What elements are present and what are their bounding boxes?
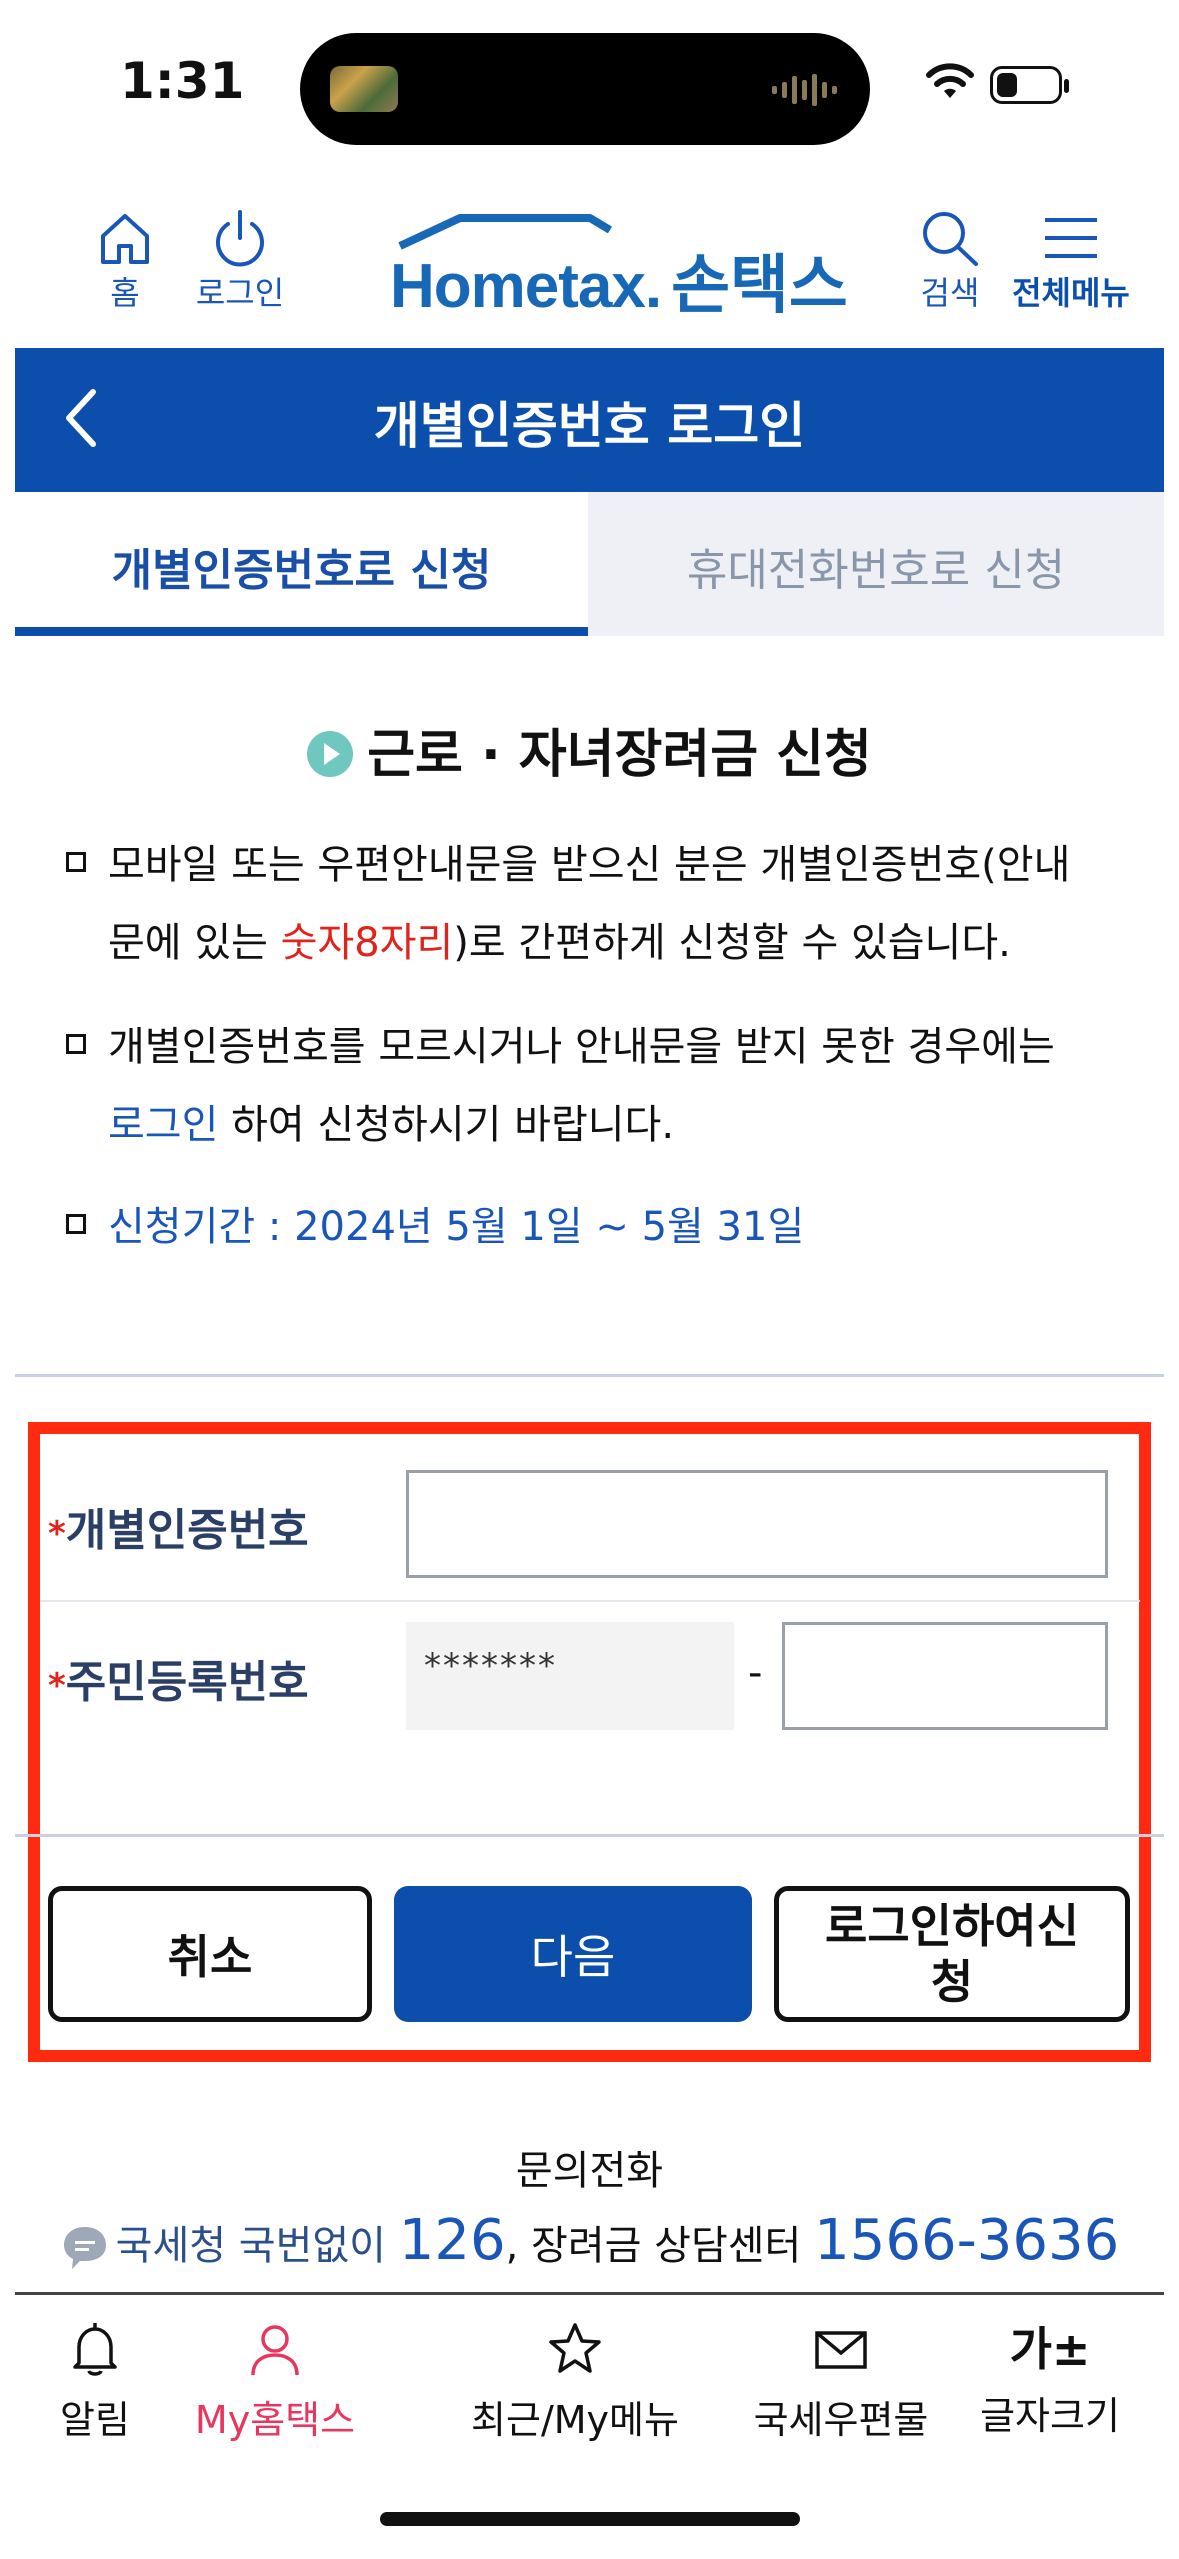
center-text: , 장려금 상담센터	[505, 2223, 815, 2269]
login-apply-button[interactable]: 로그인하여신 청	[774, 1886, 1130, 2022]
form-divider	[15, 1834, 1164, 1837]
roof-icon	[398, 214, 613, 250]
home-icon	[101, 214, 149, 264]
play-circle-icon	[307, 731, 354, 777]
bullet-icon	[66, 1034, 86, 1054]
wifi-icon	[926, 63, 974, 98]
page-title-bar: 개별인증번호 로그인	[15, 348, 1164, 492]
rrn-label-text: 주민등록번호	[65, 1657, 309, 1708]
nts-phone[interactable]: 126	[399, 2208, 506, 2273]
home-button[interactable]: 홈	[90, 208, 160, 314]
bullet-icon	[66, 852, 86, 872]
center-phone[interactable]: 1566-3636	[814, 2208, 1119, 2273]
rrn-back-input[interactable]	[782, 1622, 1108, 1730]
required-mark: *	[48, 1666, 66, 1706]
section-title: 근로 · 자녀장려금 신청	[0, 712, 1179, 787]
info-bullet-2-line1: 개별인증번호를 모르시거나 안내문을 받지 못한 경우에는	[108, 1024, 1055, 1070]
search-button[interactable]: 검색	[910, 208, 990, 314]
text-segment: )로 간편하게 신청할 수 있습니다.	[453, 920, 1011, 966]
login-button[interactable]: 로그인	[185, 208, 295, 314]
login-link[interactable]: 로그인	[108, 1102, 218, 1148]
login-apply-line2: 청	[930, 1955, 974, 2009]
auth-number-input[interactable]	[406, 1470, 1108, 1578]
login-apply-line1: 로그인하여신	[825, 1899, 1079, 1953]
logo-korean: 손택스	[671, 249, 848, 323]
text-segment: 하여 신청하시기 바랍니다.	[218, 1102, 675, 1148]
info-bullet-1: 모바일 또는 우편안내문을 받으신 분은 개별인증번호(안내 문에 있는 숫자8…	[108, 826, 1148, 982]
auth-number-label-text: 개별인증번호	[65, 1505, 309, 1556]
tab-auth-number[interactable]: 개별인증번호로 신청	[15, 492, 588, 636]
audio-wave-icon	[772, 74, 837, 106]
login-label: 로그인	[195, 274, 285, 312]
tabbar-label: 국세우편물	[753, 2398, 929, 2442]
cancel-button[interactable]: 취소	[48, 1886, 372, 2022]
text-segment: 문에 있는	[108, 920, 281, 966]
auth-number-label: *개별인증번호	[48, 1494, 309, 1558]
search-icon	[923, 212, 978, 266]
font-size-icon: 가±	[1009, 2322, 1091, 2376]
bullet-icon	[66, 1214, 86, 1234]
search-label: 검색	[920, 274, 980, 312]
bell-icon	[73, 2323, 117, 2376]
tabbar-label: 글자크기	[980, 2394, 1120, 2438]
tab-phone-number[interactable]: 휴대전화번호로 신청	[588, 492, 1164, 636]
all-menu-button[interactable]: 전체메뉴	[1008, 208, 1134, 314]
info-bullet-2-line2: 로그인 하여 신청하시기 바랍니다.	[108, 1086, 1148, 1164]
application-period: 신청기간 : 2024년 5월 1일 ~ 5월 31일	[108, 1204, 805, 1250]
menu-label: 전체메뉴	[1012, 274, 1130, 312]
tabbar-item-recent-menu[interactable]: 최근/My메뉴	[435, 2319, 715, 2444]
tabbar-label: My홈택스	[194, 2398, 356, 2442]
tabbar-item-my-hometax[interactable]: My홈택스	[165, 2319, 385, 2444]
form-row-divider	[40, 1600, 1140, 1602]
logo-brand: Hometax.	[390, 252, 662, 321]
rrn-label: *주민등록번호	[48, 1646, 309, 1710]
hamburger-icon	[1045, 218, 1097, 258]
page-title: 개별인증번호 로그인	[373, 397, 806, 455]
power-icon	[216, 210, 264, 267]
mail-icon	[815, 2331, 867, 2369]
section-title-text: 근로 · 자녀장려금 신청	[367, 725, 872, 785]
tabbar-item-mail[interactable]: 국세우편물	[721, 2319, 961, 2444]
rrn-front-masked: *******	[424, 1646, 557, 1686]
star-icon	[549, 2323, 601, 2373]
tab-phone-number-label: 휴대전화번호로 신청	[686, 545, 1066, 596]
nts-text: 국세청 국번없이	[115, 2223, 399, 2269]
active-tab-indicator	[15, 627, 588, 636]
chat-bubble-icon	[63, 2227, 106, 2269]
rrn-front-input[interactable]: *******	[406, 1622, 734, 1730]
info-bullet-1-line1: 모바일 또는 우편안내문을 받으신 분은 개별인증번호(안내	[108, 842, 1071, 888]
status-time: 1:31	[120, 52, 245, 110]
required-mark: *	[48, 1514, 66, 1554]
info-bullet-1-line2: 문에 있는 숫자8자리)로 간편하게 신청할 수 있습니다.	[108, 904, 1148, 982]
tab-auth-number-label: 개별인증번호로 신청	[111, 545, 492, 596]
section-divider	[15, 1374, 1164, 1377]
hometax-logo[interactable]: Hometax. 손택스	[390, 212, 848, 326]
next-button[interactable]: 다음	[394, 1886, 752, 2022]
tabbar-label: 최근/My메뉴	[471, 2398, 679, 2442]
highlight-digits: 숫자8자리	[280, 920, 454, 966]
person-icon	[251, 2325, 299, 2376]
rrn-separator: -	[748, 1650, 763, 1696]
live-activity-thumbnail	[330, 66, 398, 112]
battery-icon	[990, 66, 1069, 104]
tabbar-item-font-size[interactable]: 가± 글자크기	[950, 2319, 1150, 2440]
home-indicator	[380, 2512, 800, 2526]
contact-info: 국세청 국번없이 126, 장려금 상담센터 1566-3636	[0, 2208, 1179, 2273]
contact-title: 문의전화	[515, 2148, 664, 2194]
info-bullet-2: 개별인증번호를 모르시거나 안내문을 받지 못한 경우에는 로그인 하여 신청하…	[108, 1008, 1148, 1164]
home-label: 홈	[110, 274, 140, 312]
